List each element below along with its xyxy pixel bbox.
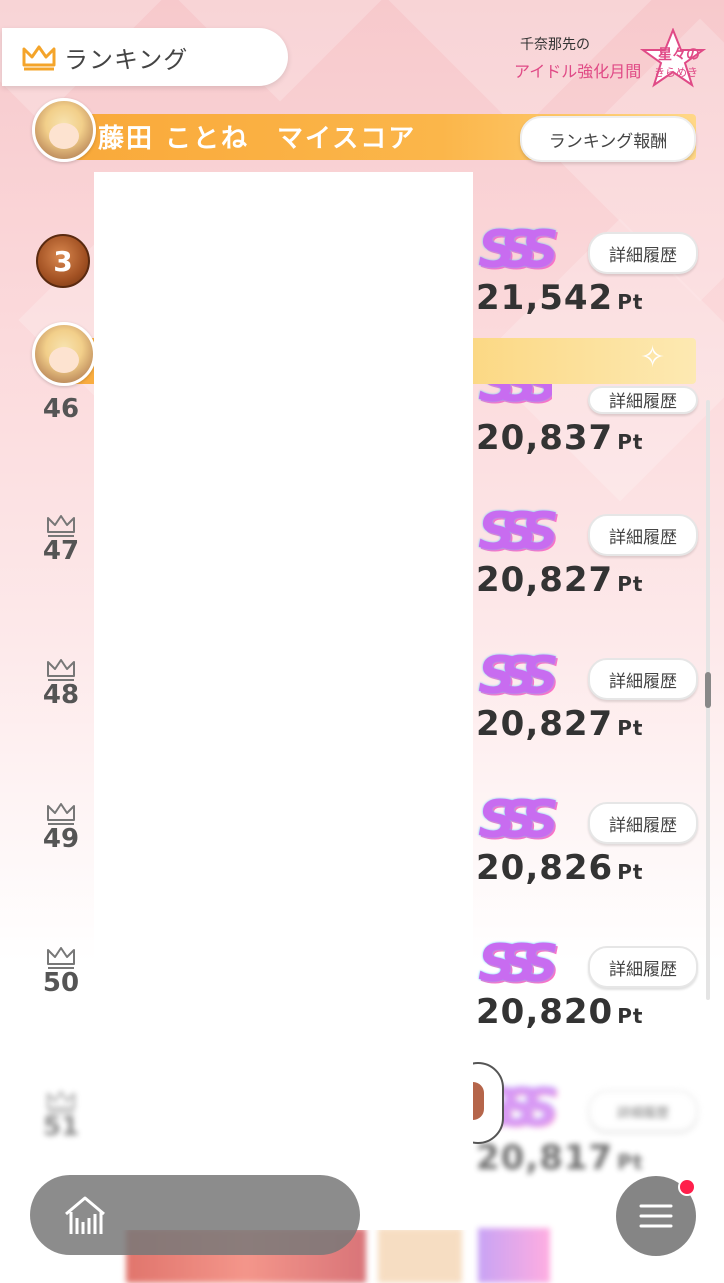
- score-number: 20,837: [476, 418, 614, 458]
- score-unit: Pt: [617, 572, 644, 596]
- myscore-label: 藤田 ことね マイスコア: [98, 124, 417, 154]
- score-value: 20,820 Pt: [476, 992, 643, 1032]
- score-value: 20,837 Pt: [476, 418, 643, 458]
- crown-icon: [47, 659, 75, 681]
- scrollbar-thumb[interactable]: [705, 672, 711, 708]
- sss-rank-badge: [478, 1228, 550, 1283]
- home-icon[interactable]: [62, 1194, 108, 1238]
- avatar: [378, 1228, 462, 1283]
- sss-rank-badge: SSS: [478, 646, 559, 706]
- rank-number: 48: [42, 680, 80, 710]
- detail-history-button[interactable]: 詳細履歴: [588, 946, 698, 988]
- rank-number: 49: [42, 824, 80, 854]
- score-number: 21,542: [476, 278, 614, 318]
- detail-history-button[interactable]: 詳細履歴: [588, 658, 698, 700]
- avatar: [32, 322, 96, 386]
- sss-rank-badge: SSS: [478, 790, 559, 850]
- sparkle-icon: ✧: [640, 340, 666, 375]
- score-value: 20,817 Pt: [476, 1138, 643, 1178]
- notification-badge: [678, 1178, 696, 1196]
- sss-rank-badge: SSS: [478, 934, 559, 994]
- rank-number: 46: [42, 394, 80, 424]
- event-logo: 千奈那先の アイドル強化月間 星々の きらめき: [510, 26, 710, 90]
- score-number: 20,817: [476, 1138, 614, 1178]
- crown-icon: [47, 947, 75, 969]
- crown-icon: [22, 45, 56, 71]
- redacted-area: [94, 172, 473, 1230]
- crown-icon: [47, 515, 75, 537]
- event-logo-line1: 千奈那先の: [520, 37, 590, 53]
- score-number: 20,827: [476, 560, 614, 600]
- score-unit: Pt: [617, 860, 644, 884]
- score-number: 20,820: [476, 992, 614, 1032]
- event-logo-line2: アイドル強化月間: [514, 62, 642, 81]
- crown-icon: [47, 1091, 75, 1113]
- detail-history-button[interactable]: 詳細履歴: [588, 514, 698, 556]
- detail-history-button[interactable]: 詳細履歴: [588, 802, 698, 844]
- score-number: 20,827: [476, 704, 614, 744]
- detail-history-button[interactable]: 詳細履歴: [588, 386, 698, 414]
- score-value: 20,826 Pt: [476, 848, 643, 888]
- ranking-reward-button[interactable]: ランキング報酬: [520, 116, 696, 162]
- ranking-title-pill: ランキング: [2, 28, 288, 86]
- score-unit: Pt: [617, 1150, 644, 1174]
- sss-rank-badge: SSS: [478, 384, 552, 412]
- event-logo-star-line1: 星々の: [658, 47, 700, 63]
- detail-history-button[interactable]: 詳細履歴: [588, 1090, 698, 1132]
- hamburger-menu-icon: [639, 1204, 673, 1228]
- avatar: [32, 98, 96, 162]
- rank-number: 50: [42, 968, 80, 998]
- score-number: 20,826: [476, 848, 614, 888]
- score-unit: Pt: [617, 1004, 644, 1028]
- score-unit: Pt: [617, 290, 644, 314]
- event-logo-star-line2: きらめき: [654, 66, 698, 79]
- score-unit: Pt: [617, 716, 644, 740]
- score-unit: Pt: [617, 430, 644, 454]
- rank-medal-bronze: 3: [36, 234, 90, 288]
- crown-icon: [47, 803, 75, 825]
- score-value: 20,827 Pt: [476, 704, 643, 744]
- sss-rank-badge: SSS: [478, 220, 559, 280]
- sss-rank-badge: SSS: [478, 502, 559, 562]
- rank-number: 51: [42, 1112, 80, 1142]
- score-value: 20,827 Pt: [476, 560, 643, 600]
- detail-history-button[interactable]: 詳細履歴: [588, 232, 698, 274]
- page-title: ランキング: [64, 45, 189, 74]
- score-value: 21,542 Pt: [476, 278, 643, 318]
- rank-number: 47: [42, 536, 80, 566]
